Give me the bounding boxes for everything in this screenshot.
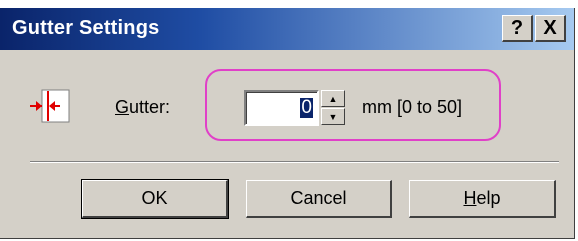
- context-help-button[interactable]: ?: [502, 15, 533, 42]
- help-button[interactable]: Help: [409, 180, 556, 218]
- gutter-margin-icon: [30, 89, 70, 123]
- dialog-title: Gutter Settings: [12, 17, 160, 39]
- cancel-button[interactable]: Cancel: [246, 180, 392, 218]
- close-icon: X: [543, 16, 557, 39]
- gutter-value-text: 0: [300, 97, 313, 118]
- question-mark-icon: ?: [510, 16, 524, 39]
- gutter-value-input[interactable]: 0: [244, 90, 319, 126]
- gutter-label: Gutter:: [115, 97, 170, 118]
- close-button[interactable]: X: [535, 15, 566, 42]
- title-bar: Gutter Settings ? X: [0, 8, 574, 50]
- gutter-range-label: mm [0 to 50]: [362, 97, 463, 117]
- triangle-up-icon: ▲: [328, 93, 338, 104]
- help-button-text: elp: [476, 188, 501, 208]
- spin-down-button[interactable]: ▼: [321, 108, 345, 125]
- ok-button[interactable]: OK: [81, 179, 229, 219]
- gutter-settings-dialog: Gutter Settings ? X Gutter: 0 ▲ ▼ mm [0 …: [0, 8, 575, 239]
- triangle-down-icon: ▼: [328, 111, 338, 122]
- gutter-label-mnemonic: G: [115, 97, 130, 117]
- gutter-label-text: utter:: [129, 97, 171, 117]
- separator-line: [30, 161, 559, 163]
- help-button-mnemonic: H: [463, 188, 477, 208]
- spin-up-button[interactable]: ▲: [321, 90, 345, 107]
